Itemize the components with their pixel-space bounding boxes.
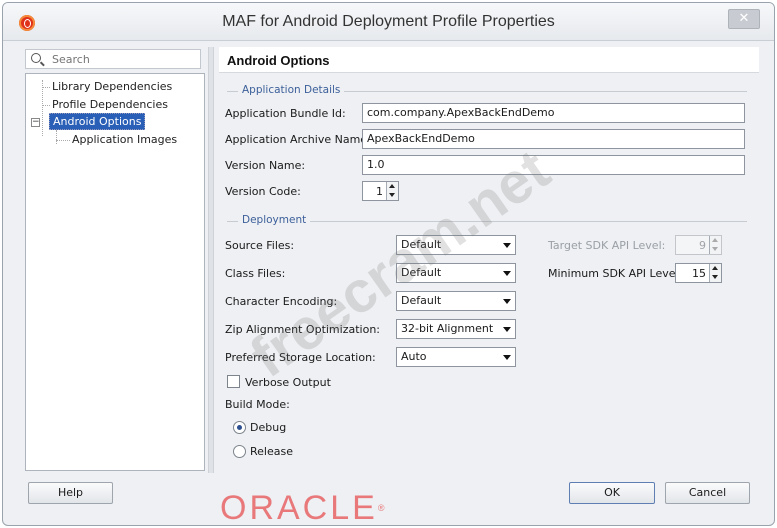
class-files-select[interactable]: Default: [396, 263, 516, 283]
bundle-id-label: Application Bundle Id:: [225, 107, 346, 120]
source-files-select[interactable]: Default: [396, 235, 516, 255]
section-header-label: Deployment: [238, 214, 311, 226]
min-sdk-spinner[interactable]: 15: [675, 263, 722, 283]
tree-connector: [56, 140, 70, 141]
zip-alignment-select[interactable]: 32-bit Alignment: [396, 319, 516, 339]
min-sdk-label: Minimum SDK API Level:: [548, 267, 683, 280]
release-radio-label[interactable]: Release: [250, 445, 293, 458]
registered-mark-icon: ®: [377, 503, 385, 513]
title-bar: MAF for Android Deployment Profile Prope…: [3, 3, 774, 41]
spinner-up-icon: [712, 238, 718, 242]
min-sdk-value: 15: [692, 267, 706, 280]
verbose-output-checkbox[interactable]: [227, 375, 240, 388]
version-code-value: 1: [376, 185, 383, 198]
class-files-value: Default: [401, 266, 442, 279]
collapse-icon[interactable]: −: [31, 118, 40, 127]
chevron-down-icon[interactable]: [503, 243, 511, 248]
character-encoding-label: Character Encoding:: [225, 295, 338, 308]
spinner-buttons: [709, 236, 721, 254]
character-encoding-select[interactable]: Default: [396, 291, 516, 311]
spinner-buttons[interactable]: [709, 264, 721, 282]
source-files-value: Default: [401, 238, 442, 251]
tree-connector: [42, 105, 50, 106]
class-files-label: Class Files:: [225, 267, 286, 280]
chevron-down-icon[interactable]: [503, 327, 511, 332]
verbose-output-label[interactable]: Verbose Output: [245, 376, 331, 389]
oracle-logo: ORACLE®: [220, 491, 470, 525]
archive-name-label: Application Archive Name:: [225, 133, 371, 146]
deployment-profile-dialog: MAF for Android Deployment Profile Prope…: [2, 2, 775, 526]
tree-item-label: Library Dependencies: [52, 80, 173, 93]
source-files-label: Source Files:: [225, 239, 295, 252]
page-title: Android Options: [219, 47, 759, 73]
section-header-label: Application Details: [238, 84, 345, 96]
spinner-up-icon[interactable]: [712, 266, 718, 270]
version-name-label: Version Name:: [225, 159, 306, 172]
tree-item-label: Application Images: [72, 133, 178, 146]
tree-item-label: Android Options: [49, 113, 146, 130]
chevron-down-icon[interactable]: [503, 355, 511, 360]
logo-text: ORACLE: [220, 489, 378, 527]
navigation-panel: Library Dependencies Profile Dependencie…: [25, 47, 205, 473]
version-name-field[interactable]: 1.0: [362, 155, 745, 175]
version-code-label: Version Code:: [225, 185, 301, 198]
storage-location-label: Preferred Storage Location:: [225, 351, 376, 364]
cancel-button[interactable]: Cancel: [665, 482, 750, 504]
panel-splitter[interactable]: [208, 47, 214, 473]
bundle-id-field[interactable]: com.company.ApexBackEndDemo: [362, 103, 745, 123]
spinner-up-icon[interactable]: [389, 184, 395, 188]
build-mode-label: Build Mode:: [225, 398, 290, 411]
settings-panel: Android Options Application Details Appl…: [219, 47, 759, 473]
navigation-tree: Library Dependencies Profile Dependencie…: [25, 73, 205, 471]
tree-item-android-options[interactable]: Android Options: [49, 113, 146, 130]
zip-alignment-value: 32-bit Alignment: [401, 322, 494, 335]
tree-connector: [56, 130, 57, 144]
help-button[interactable]: Help: [28, 482, 113, 504]
spinner-down-icon[interactable]: [389, 193, 395, 197]
tree-item-profile-dependencies[interactable]: Profile Dependencies: [52, 97, 168, 113]
tree-connector: [42, 80, 43, 136]
search-input[interactable]: [50, 52, 195, 67]
archive-name-field[interactable]: ApexBackEndDemo: [362, 129, 745, 149]
chevron-down-icon[interactable]: [503, 271, 511, 276]
tree-item-application-images[interactable]: Application Images: [72, 132, 177, 148]
chevron-down-icon[interactable]: [503, 299, 511, 304]
tree-item-label: Profile Dependencies: [52, 98, 168, 111]
tree-connector: [42, 87, 50, 88]
spinner-buttons[interactable]: [386, 182, 398, 200]
close-icon[interactable]: ✕: [728, 9, 760, 29]
spinner-down-icon[interactable]: [712, 275, 718, 279]
target-sdk-label: Target SDK API Level:: [548, 239, 666, 252]
ok-button[interactable]: OK: [569, 482, 655, 504]
debug-radio-label[interactable]: Debug: [250, 421, 286, 434]
version-code-spinner[interactable]: 1: [362, 181, 399, 201]
storage-location-value: Auto: [401, 350, 427, 363]
storage-location-select[interactable]: Auto: [396, 347, 516, 367]
tree-item-library-dependencies[interactable]: Library Dependencies: [52, 79, 172, 95]
target-sdk-value: 9: [699, 239, 706, 252]
window-title: MAF for Android Deployment Profile Prope…: [222, 13, 555, 30]
debug-radio[interactable]: [233, 421, 246, 434]
spinner-down-icon: [712, 247, 718, 251]
zip-alignment-label: Zip Alignment Optimization:: [225, 323, 380, 336]
search-icon: [31, 53, 41, 63]
search-field[interactable]: [25, 49, 201, 69]
release-radio[interactable]: [233, 445, 246, 458]
character-encoding-value: Default: [401, 294, 442, 307]
target-sdk-spinner: 9: [675, 235, 722, 255]
